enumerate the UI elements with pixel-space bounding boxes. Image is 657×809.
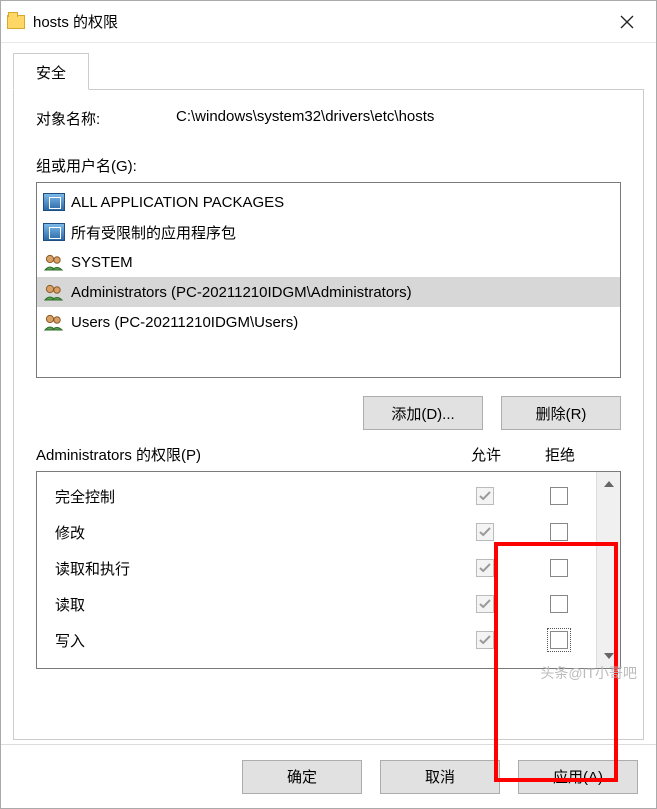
permission-name: 读取: [55, 594, 448, 615]
list-item[interactable]: 所有受限制的应用程序包: [37, 217, 620, 247]
deny-header: 拒绝: [523, 444, 597, 465]
dialog-buttons: 确定 取消 应用(A): [1, 744, 656, 808]
list-item[interactable]: SYSTEM: [37, 247, 620, 277]
security-panel: 对象名称: C:\windows\system32\drivers\etc\ho…: [13, 89, 644, 740]
permission-name: 读取和执行: [55, 558, 448, 579]
remove-button[interactable]: 删除(R): [501, 396, 621, 430]
deny-checkbox[interactable]: [550, 559, 568, 577]
permission-row: 读取: [55, 586, 596, 622]
deny-checkbox[interactable]: [550, 523, 568, 541]
users-icon: [43, 313, 65, 331]
scroll-up-button[interactable]: [597, 472, 620, 496]
titlebar: hosts 的权限: [1, 1, 656, 43]
permission-row: 写入: [55, 622, 596, 658]
add-button[interactable]: 添加(D)...: [363, 396, 483, 430]
permission-row: 完全控制: [55, 478, 596, 514]
list-item-label: ALL APPLICATION PACKAGES: [71, 194, 284, 211]
list-item-label: 所有受限制的应用程序包: [71, 222, 236, 243]
tabstrip: 安全: [13, 53, 656, 90]
permission-header: Administrators 的权限(P) 允许 拒绝: [36, 444, 621, 465]
list-item[interactable]: Users (PC-20211210IDGM\Users): [37, 307, 620, 337]
scroll-track[interactable]: [597, 496, 620, 644]
deny-checkbox[interactable]: [550, 487, 568, 505]
permission-row: 修改: [55, 514, 596, 550]
permission-list: 完全控制修改读取和执行读取写入: [36, 471, 621, 669]
list-item[interactable]: ALL APPLICATION PACKAGES: [37, 187, 620, 217]
list-item-label: Administrators (PC-20211210IDGM\Administ…: [71, 284, 412, 301]
close-icon: [620, 15, 634, 29]
permission-name: 完全控制: [55, 486, 448, 507]
group-buttons: 添加(D)... 删除(R): [36, 396, 621, 430]
list-item-label: Users (PC-20211210IDGM\Users): [71, 314, 298, 331]
allow-checkbox[interactable]: [476, 631, 494, 649]
list-item[interactable]: Administrators (PC-20211210IDGM\Administ…: [37, 277, 620, 307]
deny-checkbox[interactable]: [550, 631, 568, 649]
permission-row: 读取和执行: [55, 550, 596, 586]
ok-button[interactable]: 确定: [242, 760, 362, 794]
window-title: hosts 的权限: [33, 11, 604, 32]
scrollbar[interactable]: [596, 472, 620, 668]
users-icon: [43, 253, 65, 271]
folder-icon: [7, 15, 25, 29]
package-icon: [43, 223, 65, 241]
allow-header: 允许: [449, 444, 523, 465]
object-path: C:\windows\system32\drivers\etc\hosts: [176, 108, 434, 129]
tab-security[interactable]: 安全: [13, 53, 89, 90]
allow-checkbox[interactable]: [476, 595, 494, 613]
close-button[interactable]: [604, 6, 650, 38]
list-item-label: SYSTEM: [71, 254, 133, 271]
package-icon: [43, 193, 65, 211]
permission-title: Administrators 的权限(P): [36, 444, 449, 465]
permissions-dialog: hosts 的权限 安全 对象名称: C:\windows\system32\d…: [0, 0, 657, 809]
group-list[interactable]: ALL APPLICATION PACKAGES 所有受限制的应用程序包 SYSTE…: [36, 182, 621, 378]
users-icon: [43, 283, 65, 301]
cancel-button[interactable]: 取消: [380, 760, 500, 794]
object-label: 对象名称:: [36, 108, 176, 129]
group-label: 组或用户名(G):: [36, 155, 621, 176]
allow-checkbox[interactable]: [476, 487, 494, 505]
permission-name: 写入: [55, 630, 448, 651]
deny-checkbox[interactable]: [550, 595, 568, 613]
permission-name: 修改: [55, 522, 448, 543]
scroll-down-button[interactable]: [597, 644, 620, 668]
allow-checkbox[interactable]: [476, 523, 494, 541]
object-row: 对象名称: C:\windows\system32\drivers\etc\ho…: [36, 108, 621, 129]
allow-checkbox[interactable]: [476, 559, 494, 577]
apply-button[interactable]: 应用(A): [518, 760, 638, 794]
